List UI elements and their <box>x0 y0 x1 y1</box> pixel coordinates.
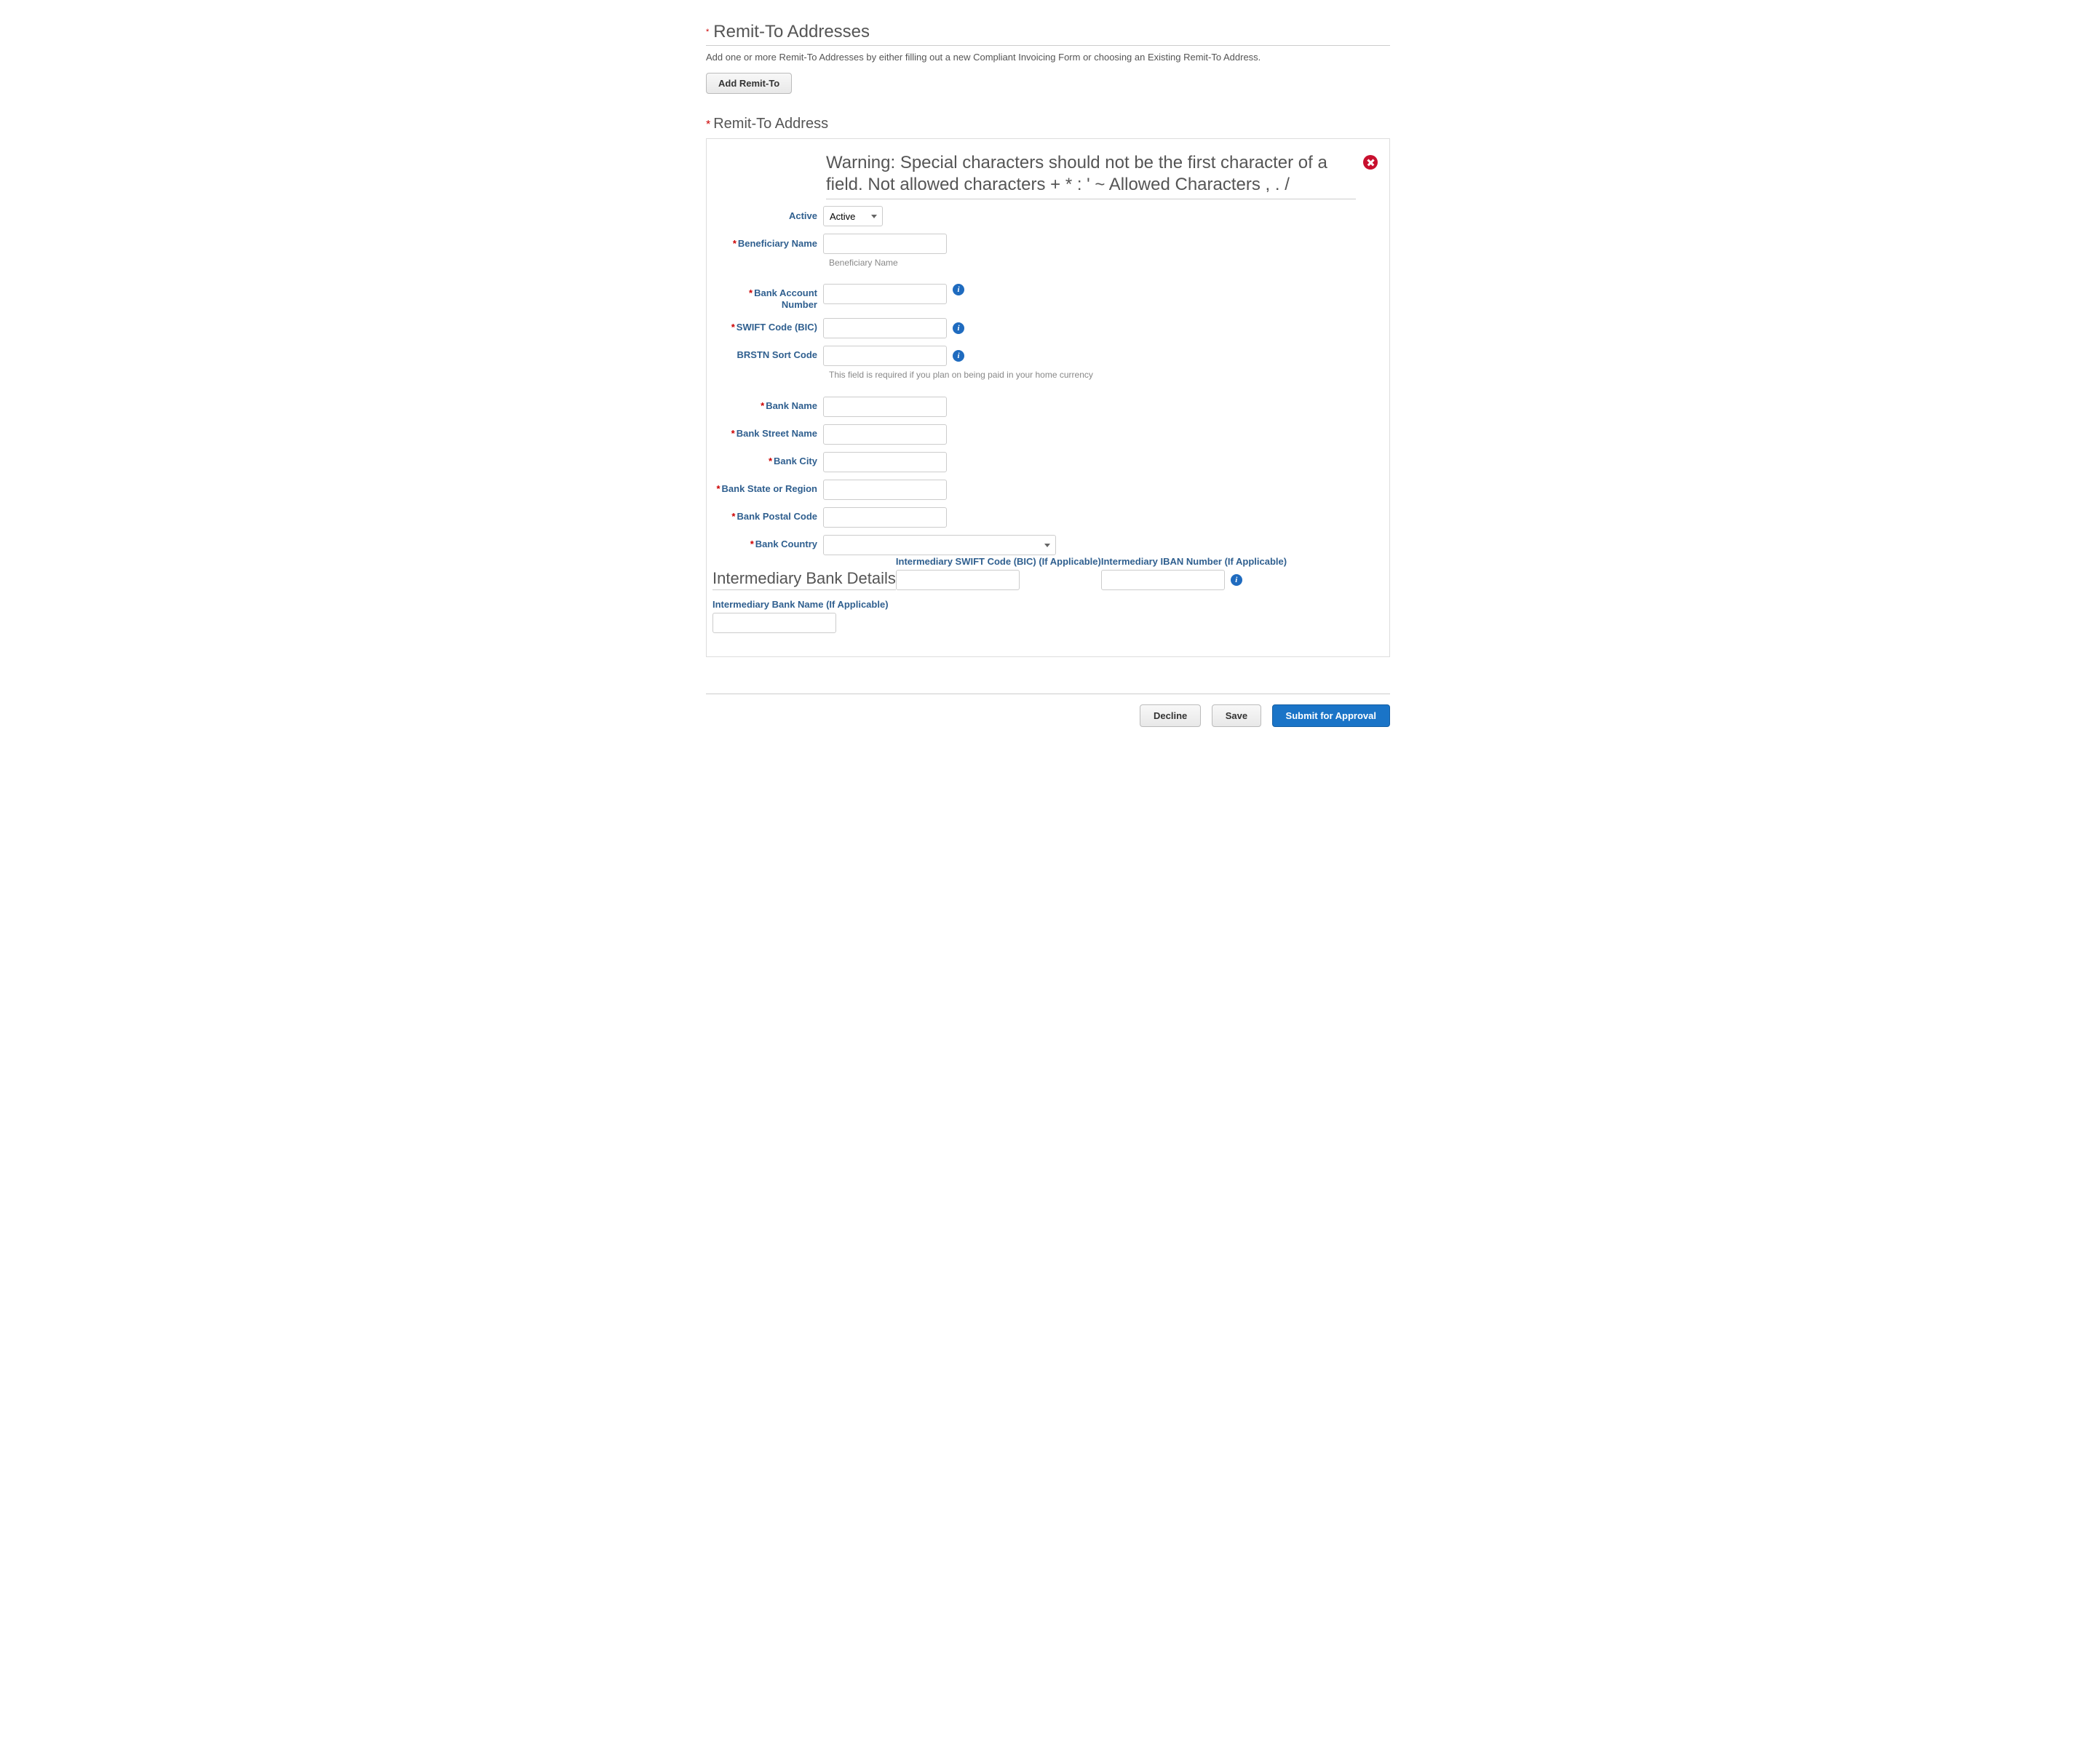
submit-button[interactable]: Submit for Approval <box>1272 704 1390 727</box>
info-icon[interactable]: i <box>1231 574 1242 586</box>
intermediary-iban-input[interactable] <box>1101 570 1225 590</box>
beneficiary-name-input[interactable] <box>823 234 947 254</box>
bank-country-label: Bank Country <box>755 539 817 549</box>
save-button[interactable]: Save <box>1212 704 1261 727</box>
warning-text: Warning: Special characters should not b… <box>826 152 1356 199</box>
bank-street-label: Bank Street Name <box>737 428 817 439</box>
intermediary-swift-input[interactable] <box>896 570 1020 590</box>
decline-label: Decline <box>1154 710 1187 721</box>
add-remit-to-button[interactable]: Add Remit-To <box>706 73 792 94</box>
info-icon[interactable]: i <box>953 322 964 334</box>
bank-postal-label: Bank Postal Code <box>737 511 817 522</box>
bank-state-input[interactable] <box>823 480 947 500</box>
intermediary-swift-label: Intermediary SWIFT Code (BIC) (If Applic… <box>896 556 1101 567</box>
bank-street-input[interactable] <box>823 424 947 445</box>
footer: Decline Save Submit for Approval <box>706 694 1390 727</box>
bank-state-label: Bank State or Region <box>722 483 817 494</box>
close-icon[interactable] <box>1363 155 1378 170</box>
remit-to-panel: Warning: Special characters should not b… <box>706 138 1390 657</box>
bank-account-number-input[interactable] <box>823 284 947 304</box>
info-icon[interactable]: i <box>953 350 964 362</box>
bank-country-select[interactable] <box>823 535 1056 555</box>
beneficiary-name-hint: Beneficiary Name <box>829 258 1384 268</box>
bank-name-input[interactable] <box>823 397 947 417</box>
subsection-title-text: Remit-To Address <box>713 116 828 132</box>
bank-city-input[interactable] <box>823 452 947 472</box>
section-title: * Remit-To Addresses <box>706 22 1390 46</box>
active-select[interactable]: Active <box>823 206 883 226</box>
beneficiary-name-label: Beneficiary Name <box>738 238 817 249</box>
add-remit-to-label: Add Remit-To <box>718 78 779 89</box>
brstn-input[interactable] <box>823 346 947 366</box>
intermediary-bank-name-label: Intermediary Bank Name (If Applicable) <box>712 599 1384 610</box>
required-dot-icon: * <box>706 28 709 36</box>
decline-button[interactable]: Decline <box>1140 704 1201 727</box>
intermediary-iban-label: Intermediary IBAN Number (If Applicable) <box>1101 556 1287 567</box>
intermediary-title: Intermediary Bank Details <box>712 569 896 590</box>
brstn-label: BRSTN Sort Code <box>737 349 818 360</box>
swift-code-label: SWIFT Code (BIC) <box>737 322 817 333</box>
info-icon[interactable]: i <box>953 284 964 295</box>
save-label: Save <box>1226 710 1247 721</box>
bank-name-label: Bank Name <box>766 400 817 411</box>
swift-code-input[interactable] <box>823 318 947 338</box>
bank-postal-input[interactable] <box>823 507 947 528</box>
brstn-hint: This field is required if you plan on be… <box>829 370 1384 380</box>
intermediary-bank-name-input[interactable] <box>712 613 836 633</box>
section-help-text: Add one or more Remit-To Addresses by ei… <box>706 52 1390 63</box>
section-title-text: Remit-To Addresses <box>713 22 870 42</box>
bank-account-number-label: Bank Account Number <box>754 287 817 310</box>
bank-city-label: Bank City <box>774 456 817 466</box>
required-star-icon: * <box>706 119 710 131</box>
subsection-title: *Remit-To Address <box>706 116 1390 132</box>
active-label: Active <box>712 210 823 222</box>
submit-label: Submit for Approval <box>1286 710 1376 721</box>
